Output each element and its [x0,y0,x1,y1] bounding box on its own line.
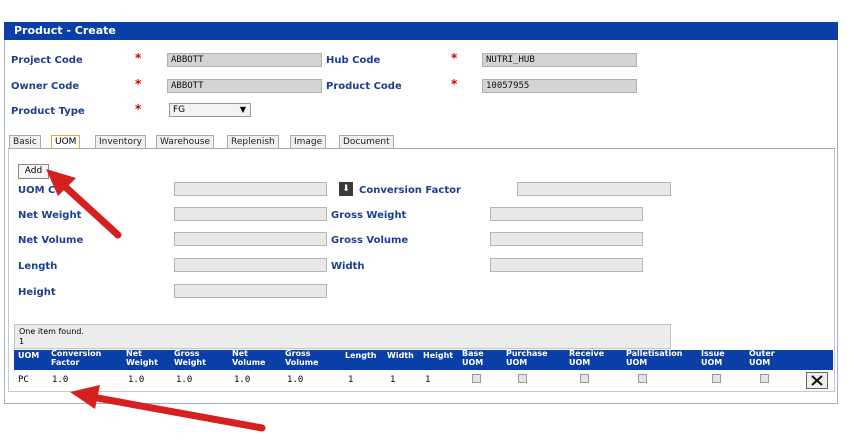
annotation-arrow-add [46,169,122,239]
annotation-arrow-table [70,385,266,432]
annotation-arrows [46,169,266,432]
